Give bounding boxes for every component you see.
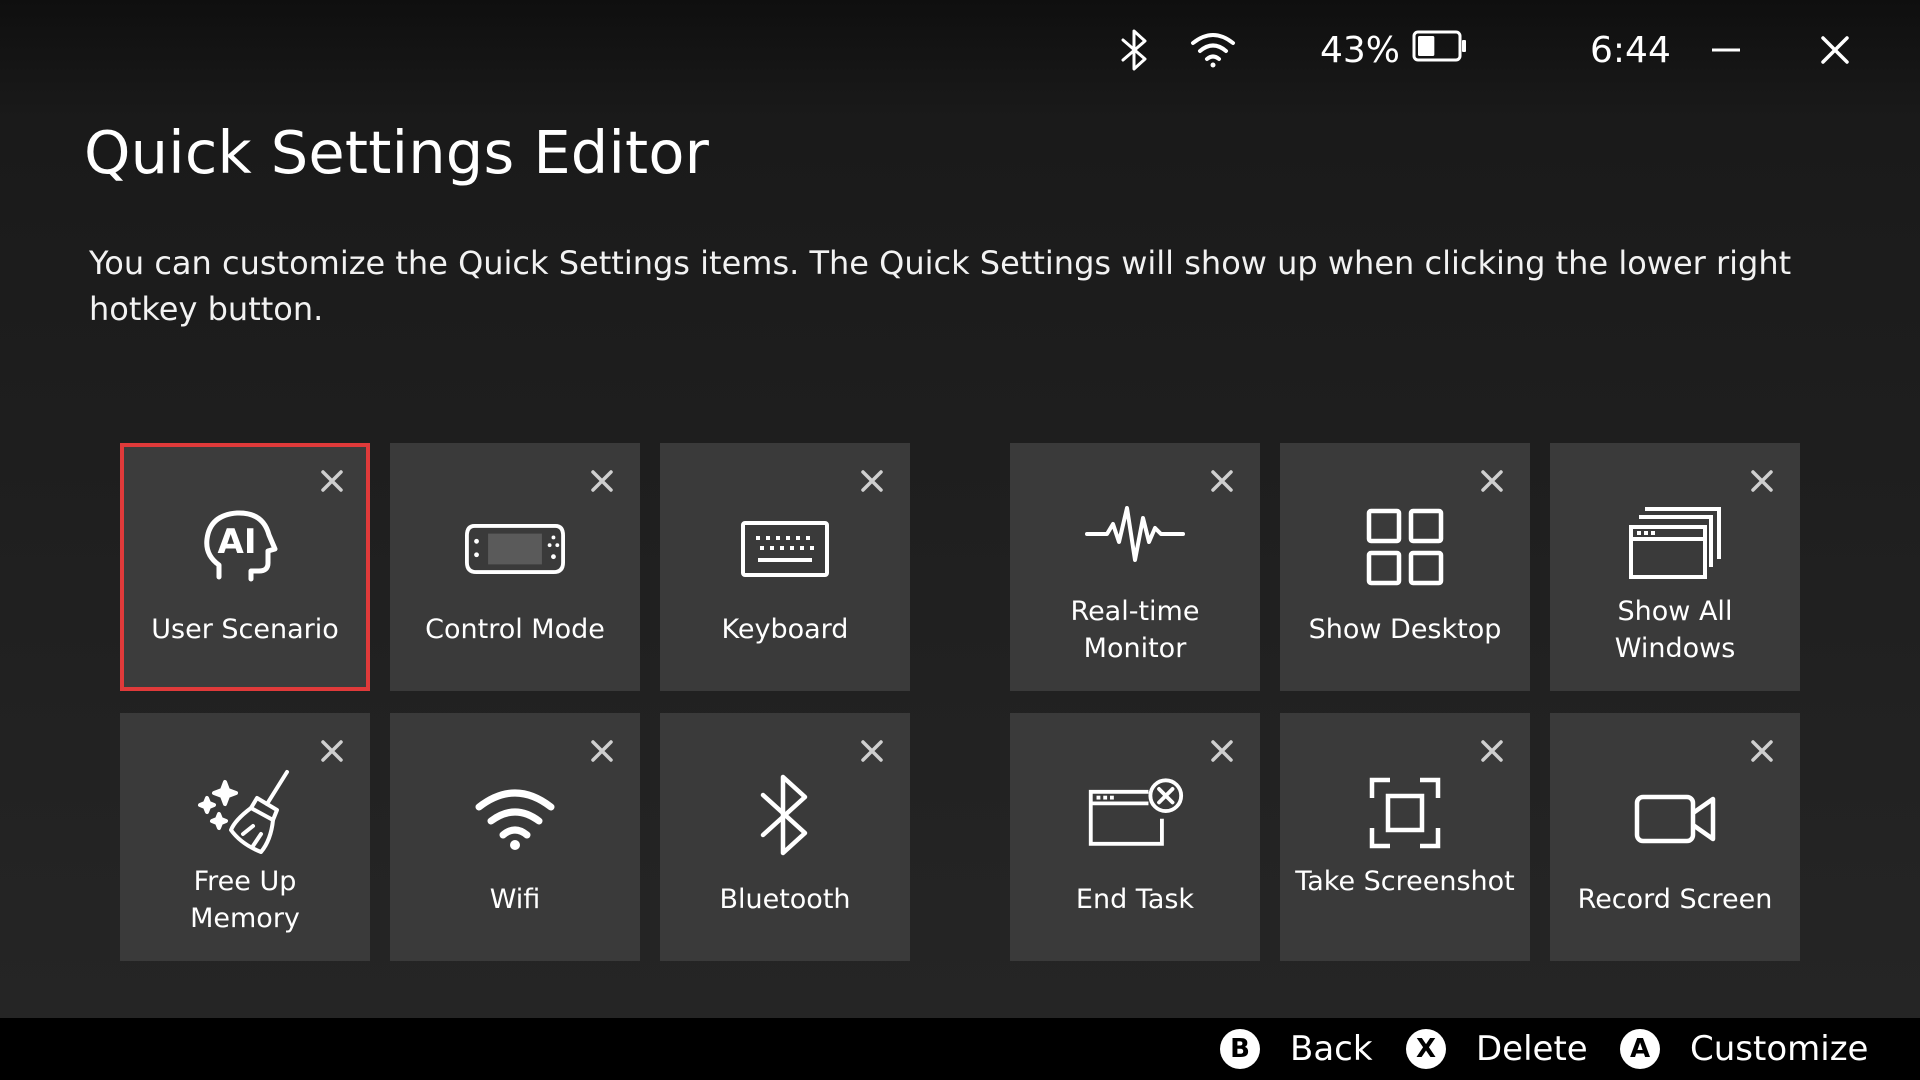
tile-record-screen[interactable]: Record Screen <box>1550 713 1800 961</box>
remove-x-icon <box>1211 470 1233 492</box>
back-label: Back <box>1290 1029 1373 1069</box>
tile-show-desktop[interactable]: Show Desktop <box>1280 443 1530 691</box>
delete-button[interactable]: X Delete <box>1406 1018 1588 1080</box>
remove-tile-button[interactable] <box>1480 739 1504 763</box>
desktop-grid-icon <box>1355 505 1455 589</box>
tile-end-task[interactable]: End Task <box>1010 713 1260 961</box>
remove-x-icon <box>1751 740 1773 762</box>
tile-show-all-windows[interactable]: Show All Windows <box>1550 443 1800 691</box>
controller-hint-bar: B Back X Delete A Customize <box>0 1018 1920 1080</box>
customize-button[interactable]: A Customize <box>1620 1018 1868 1080</box>
remove-tile-button[interactable] <box>1210 739 1234 763</box>
handheld-console-icon <box>465 507 565 591</box>
remove-x-icon <box>1211 740 1233 762</box>
close-window-button[interactable] <box>1820 0 1850 100</box>
tile-label: User Scenario <box>151 614 339 645</box>
remove-tile-button[interactable] <box>590 469 614 493</box>
close-icon <box>1821 36 1849 64</box>
remove-tile-button[interactable] <box>320 469 344 493</box>
page-title: Quick Settings Editor <box>84 118 710 187</box>
tile-take-screenshot[interactable]: Take Screenshot <box>1280 713 1530 961</box>
delete-label: Delete <box>1476 1029 1588 1069</box>
remove-x-icon <box>1751 470 1773 492</box>
tile-label: End Task <box>1075 884 1195 915</box>
battery-percent: 43% <box>1320 29 1401 71</box>
customize-label: Customize <box>1690 1029 1869 1069</box>
remove-tile-button[interactable] <box>1750 739 1774 763</box>
tile-label: Take Screenshot <box>1295 866 1515 897</box>
minimize-button[interactable] <box>1710 0 1742 100</box>
remove-x-icon <box>1481 470 1503 492</box>
remove-x-icon <box>861 740 883 762</box>
window-close-icon <box>1085 771 1185 855</box>
tile-label: Keyboard <box>721 614 849 645</box>
tile-user-scenario[interactable]: AI User Scenario <box>120 443 370 691</box>
remove-tile-button[interactable] <box>1750 469 1774 493</box>
tile-label: Real-time Monitor <box>1070 596 1200 664</box>
video-camera-icon <box>1625 777 1725 861</box>
tile-label: Control Mode <box>425 614 605 645</box>
wifi-icon <box>465 777 565 861</box>
broom-sparkle-icon <box>195 769 295 854</box>
minimize-icon <box>1712 48 1740 52</box>
tile-keyboard[interactable]: Keyboard <box>660 443 910 691</box>
tile-free-up-memory[interactable]: Free Up Memory <box>120 713 370 961</box>
remove-tile-button[interactable] <box>860 739 884 763</box>
x-button-icon: X <box>1406 1029 1446 1069</box>
remove-x-icon <box>591 740 613 762</box>
tile-real-time-monitor[interactable]: Real-time Monitor <box>1010 443 1260 691</box>
remove-tile-button[interactable] <box>1210 469 1234 493</box>
tile-label: Free Up Memory <box>190 866 300 934</box>
battery-indicator: 43% <box>1320 0 1468 100</box>
remove-tile-button[interactable] <box>590 739 614 763</box>
remove-tile-button[interactable] <box>860 469 884 493</box>
pulse-monitor-icon <box>1085 491 1185 575</box>
page-description: You can customize the Quick Settings ite… <box>89 244 1792 328</box>
remove-tile-button[interactable] <box>320 739 344 763</box>
tile-bluetooth[interactable]: Bluetooth <box>660 713 910 961</box>
tile-control-mode[interactable]: Control Mode <box>390 443 640 691</box>
remove-x-icon <box>591 470 613 492</box>
tile-label: Show Desktop <box>1308 614 1502 645</box>
a-button-icon: A <box>1620 1029 1660 1069</box>
keyboard-icon <box>735 507 835 591</box>
stacked-windows-icon <box>1625 501 1725 585</box>
tile-label: Bluetooth <box>719 884 851 915</box>
back-button[interactable]: B Back <box>1220 1018 1373 1080</box>
wifi-status-icon <box>1190 0 1236 100</box>
battery-icon <box>1412 30 1468 71</box>
remove-x-icon <box>321 470 343 492</box>
quick-settings-editor-screen: 43% 6:44 Quick Settings Editor You can c <box>0 0 1920 1080</box>
tile-label: Show All Windows <box>1614 596 1736 664</box>
remove-tile-button[interactable] <box>1480 469 1504 493</box>
screenshot-frame-icon <box>1355 771 1455 855</box>
ai-user-scenario-icon: AI <box>195 507 295 591</box>
tile-label: Record Screen <box>1577 884 1773 915</box>
remove-x-icon <box>1481 740 1503 762</box>
b-button-icon: B <box>1220 1029 1260 1069</box>
tile-label: Wifi <box>489 884 541 915</box>
svg-text:AI: AI <box>218 522 257 562</box>
remove-x-icon <box>861 470 883 492</box>
tile-wifi[interactable]: Wifi <box>390 713 640 961</box>
bluetooth-icon <box>735 773 835 857</box>
bluetooth-status-icon <box>1120 0 1150 100</box>
clock: 6:44 <box>1590 29 1671 71</box>
remove-x-icon <box>321 740 343 762</box>
